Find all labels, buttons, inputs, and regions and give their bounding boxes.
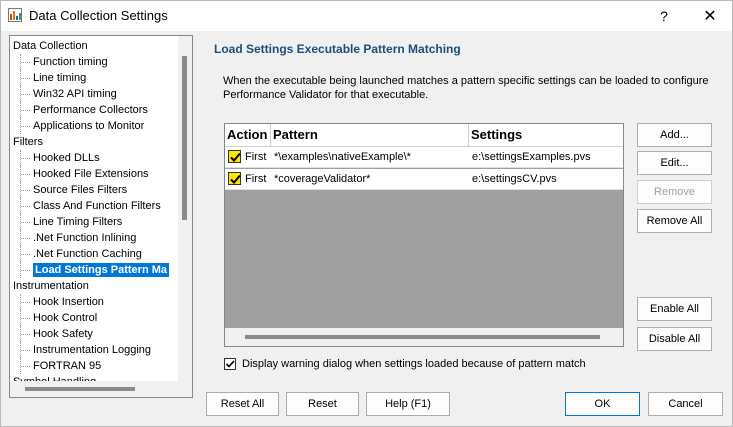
tree-item-label: .Net Function Caching <box>33 248 142 260</box>
grid-row[interactable]: First *coverageValidator* e:\settingsCV.… <box>225 169 623 190</box>
tree-item[interactable]: Performance Collectors <box>10 102 178 118</box>
tree-item[interactable]: Load Settings Pattern Ma <box>10 262 178 278</box>
tree-category[interactable]: Data Collection <box>10 38 178 54</box>
tree-item-label: Filters <box>13 136 43 148</box>
ok-button[interactable]: OK <box>565 392 640 416</box>
tree-item-label: Hooked DLLs <box>33 152 100 164</box>
tree-item-label: Instrumentation Logging <box>33 344 152 356</box>
cancel-button[interactable]: Cancel <box>648 392 723 416</box>
tree-item-label: Hook Insertion <box>33 296 104 308</box>
grid-header: Action Pattern Settings <box>225 124 623 147</box>
tree-item-label: Source Files Filters <box>33 184 128 196</box>
tree-item-label: Hook Control <box>33 312 98 324</box>
tree-item[interactable]: Win32 API timing <box>10 86 178 102</box>
row-enabled-checkbox[interactable] <box>228 172 241 185</box>
tree-item[interactable]: Hook Control <box>10 310 178 326</box>
grid-horizontal-scroll-thumb[interactable] <box>245 335 600 339</box>
tree-item[interactable]: Hooked DLLs <box>10 150 178 166</box>
tree-item[interactable]: Instrumentation Logging <box>10 342 178 358</box>
tree-item[interactable]: .Net Function Inlining <box>10 230 178 246</box>
tree-vertical-scrollbar[interactable] <box>178 36 192 381</box>
row-action: First <box>245 173 267 185</box>
column-header-settings[interactable]: Settings <box>469 124 623 146</box>
row-enabled-checkbox[interactable] <box>228 150 241 163</box>
tree-item-label: Line Timing Filters <box>33 216 123 228</box>
tree-item-label: Line timing <box>33 72 87 84</box>
grid-horizontal-scrollbar[interactable] <box>225 328 623 346</box>
help-button[interactable]: ? <box>641 1 687 31</box>
dialog-window: Data Collection Settings ? ✕ Data Collec… <box>0 0 733 427</box>
tree-item[interactable]: Source Files Filters <box>10 182 178 198</box>
tree-item[interactable]: Line Timing Filters <box>10 214 178 230</box>
tree-item[interactable]: Function timing <box>10 54 178 70</box>
column-header-pattern[interactable]: Pattern <box>271 124 469 146</box>
remove-all-button[interactable]: Remove All <box>637 209 712 233</box>
tree-item[interactable]: FORTRAN 95 <box>10 358 178 374</box>
tree-item[interactable]: Hook Insertion <box>10 294 178 310</box>
tree-item[interactable]: Hooked File Extensions <box>10 166 178 182</box>
window-title: Data Collection Settings <box>29 8 168 23</box>
pattern-grid[interactable]: Action Pattern Settings First *\examples… <box>224 123 624 347</box>
tree-item-label: Data Collection <box>13 40 88 52</box>
tree-item-label: Win32 API timing <box>33 88 117 100</box>
enable-all-button[interactable]: Enable All <box>637 297 712 321</box>
add-button[interactable]: Add... <box>637 123 712 147</box>
tree-item-label: Performance Collectors <box>33 104 148 116</box>
row-pattern: *coverageValidator* <box>274 173 371 185</box>
tree-horizontal-scroll-thumb[interactable] <box>25 387 135 391</box>
tree-item-label: Instrumentation <box>13 280 89 292</box>
tree-item[interactable]: Line timing <box>10 70 178 86</box>
row-settings: e:\settingsExamples.pvs <box>472 151 591 163</box>
tree-list: Data Collection Function timing Line timin… <box>10 38 178 397</box>
tree-item[interactable]: .Net Function Caching <box>10 246 178 262</box>
app-icon <box>8 8 22 22</box>
tree-item-label: Load Settings Pattern Ma <box>33 263 170 277</box>
row-action: First <box>245 151 267 163</box>
reset-all-button[interactable]: Reset All <box>206 392 279 416</box>
tree-item[interactable]: Applications to Monitor <box>10 118 178 134</box>
tree-item-label: Applications to Monitor <box>33 120 145 132</box>
grid-row[interactable]: First *\examples\nativeExample\* e:\sett… <box>225 147 623 168</box>
tree-vertical-scroll-thumb[interactable] <box>182 56 187 220</box>
tree-item-label: Hooked File Extensions <box>33 168 149 180</box>
remove-button[interactable]: Remove <box>637 180 712 204</box>
column-header-action[interactable]: Action <box>225 124 271 146</box>
row-pattern: *\examples\nativeExample\* <box>274 151 411 163</box>
tree-horizontal-scrollbar[interactable] <box>10 381 192 397</box>
reset-button[interactable]: Reset <box>286 392 359 416</box>
warning-dialog-option[interactable]: Display warning dialog when settings loa… <box>224 358 586 370</box>
tree-item[interactable]: Class And Function Filters <box>10 198 178 214</box>
settings-tree[interactable]: Data Collection Function timing Line timin… <box>9 35 193 398</box>
tree-item-label: Function timing <box>33 56 108 68</box>
row-settings: e:\settingsCV.pvs <box>472 173 557 185</box>
help-f1-button[interactable]: Help (F1) <box>366 392 450 416</box>
close-icon[interactable]: ✕ <box>687 1 733 31</box>
tree-category[interactable]: Instrumentation <box>10 278 178 294</box>
title-bar: Data Collection Settings ? ✕ <box>1 1 732 31</box>
tree-category[interactable]: Filters <box>10 134 178 150</box>
tree-item[interactable]: Hook Safety <box>10 326 178 342</box>
tree-item-label: FORTRAN 95 <box>33 360 102 372</box>
section-title: Load Settings Executable Pattern Matchin… <box>214 42 461 56</box>
edit-button[interactable]: Edit... <box>637 151 712 175</box>
tree-item-label: Hook Safety <box>33 328 93 340</box>
warning-dialog-label: Display warning dialog when settings loa… <box>242 358 586 370</box>
disable-all-button[interactable]: Disable All <box>637 327 712 351</box>
warning-dialog-checkbox[interactable] <box>224 358 236 370</box>
section-description: When the executable being launched match… <box>223 75 709 101</box>
tree-item-label: Class And Function Filters <box>33 200 161 212</box>
tree-item-label: .Net Function Inlining <box>33 232 137 244</box>
